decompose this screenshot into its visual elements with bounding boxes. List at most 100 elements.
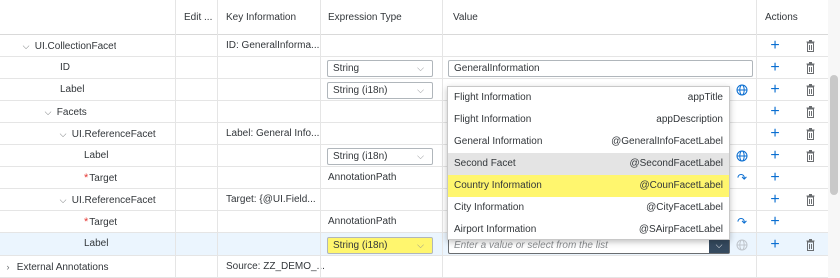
trash-icon[interactable]	[806, 106, 815, 118]
table-row[interactable]: › External Annotations Source: ZZ_DEMO_.…	[0, 256, 828, 278]
required-mark: *	[84, 216, 89, 228]
term-name: ID	[60, 62, 70, 73]
trash-icon[interactable]	[806, 239, 815, 251]
plus-icon[interactable]: +	[768, 57, 782, 79]
header-edit[interactable]: Edit ...	[184, 12, 212, 23]
term-name: Target	[89, 173, 118, 184]
header-expression-type[interactable]: Expression Type	[328, 12, 402, 23]
column-divider	[756, 0, 757, 278]
term-name: Target	[89, 217, 118, 228]
globe-icon[interactable]	[736, 84, 748, 96]
value-input[interactable]: GeneralInformation	[448, 60, 753, 77]
goto-arrow-icon[interactable]: ↷	[737, 211, 747, 233]
trash-icon[interactable]	[806, 194, 815, 206]
term-name: UI.ReferenceFacet	[71, 129, 156, 140]
option-key: appDescription	[656, 114, 723, 125]
trash-icon[interactable]	[806, 62, 815, 74]
option-label: City Information	[454, 202, 525, 213]
plus-icon[interactable]: +	[768, 211, 782, 233]
dropdown-option[interactable]: General Information @GeneralInfoFacetLab…	[448, 131, 729, 153]
option-key: @CounFacetLabel	[639, 180, 723, 191]
term-name: Facets	[56, 107, 87, 118]
required-mark: *	[84, 172, 89, 184]
expression-type-select[interactable]: String (i18n) ⌵	[327, 237, 433, 254]
vertical-scrollbar[interactable]	[828, 0, 840, 278]
dropdown-option[interactable]: Second Facet @SecondFacetLabel	[448, 153, 729, 175]
trash-icon[interactable]	[806, 150, 815, 162]
key-information: ID: GeneralInforma...	[226, 40, 320, 51]
column-divider	[320, 0, 321, 278]
expression-type: AnnotationPath	[328, 172, 397, 183]
dropdown-option[interactable]: Flight Information appTitle	[448, 87, 729, 109]
chevron-down-icon: ⌵	[417, 151, 424, 161]
dropdown-option[interactable]: Country Information @CounFacetLabel	[448, 175, 729, 197]
input-value: GeneralInformation	[454, 63, 540, 74]
annotation-table: Edit ... Key Information Expression Type…	[0, 0, 828, 278]
value-dropdown-list: Flight Information appTitle Flight Infor…	[447, 86, 730, 240]
chevron-down-icon[interactable]: ⌵	[42, 101, 54, 123]
expression-type-select[interactable]: String (i18n) ⌵	[327, 82, 433, 99]
plus-icon[interactable]: +	[768, 35, 782, 57]
plus-icon[interactable]: +	[768, 167, 782, 189]
dropdown-option[interactable]: Flight Information appDescription	[448, 109, 729, 131]
dropdown-option[interactable]: Airport Information @SAirpFacetLabel	[448, 219, 729, 241]
option-key: @SecondFacetLabel	[629, 158, 723, 169]
select-value: String (i18n)	[333, 240, 388, 251]
chevron-down-icon[interactable]: ⌵	[57, 189, 69, 211]
column-divider	[175, 0, 176, 278]
expression-type-select[interactable]: String (i18n) ⌵	[327, 148, 433, 165]
plus-icon[interactable]: +	[768, 79, 782, 101]
column-divider	[217, 0, 218, 278]
option-label: Flight Information	[454, 114, 532, 125]
key-information: Source: ZZ_DEMO_...	[226, 261, 325, 272]
option-label: General Information	[454, 136, 543, 147]
chevron-down-icon[interactable]: ⌵	[57, 123, 69, 145]
option-label: Flight Information	[454, 92, 532, 103]
option-label: Country Information	[454, 180, 542, 191]
scrollbar-thumb[interactable]	[830, 75, 838, 195]
term-name: External Annotations	[16, 262, 109, 273]
globe-icon[interactable]	[736, 150, 748, 162]
option-key: appTitle	[687, 92, 723, 103]
expression-type-select[interactable]: String ⌵	[327, 60, 433, 77]
plus-icon[interactable]: +	[768, 234, 782, 256]
plus-icon[interactable]: +	[768, 189, 782, 211]
select-value: String (i18n)	[333, 151, 388, 162]
plus-icon[interactable]: +	[768, 101, 782, 123]
plus-icon[interactable]: +	[768, 145, 782, 167]
table-row[interactable]: ⌵ UI.CollectionFacet ID: GeneralInforma.…	[0, 35, 828, 57]
option-key: @SAirpFacetLabel	[638, 224, 723, 235]
header-actions: Actions	[765, 12, 798, 23]
chevron-down-icon[interactable]: ⌵	[20, 35, 32, 57]
goto-arrow-icon[interactable]: ↷	[737, 167, 747, 189]
option-label: Second Facet	[454, 158, 516, 169]
term-name: Label	[60, 84, 85, 95]
chevron-right-icon[interactable]: ›	[2, 256, 14, 278]
key-information: Target: {@UI.Field...	[226, 194, 316, 205]
term-name: UI.CollectionFacet	[34, 41, 117, 52]
header-key-information[interactable]: Key Information	[226, 12, 296, 23]
table-row[interactable]: ID String ⌵ GeneralInformation +	[0, 57, 828, 79]
plus-icon[interactable]: +	[768, 123, 782, 145]
chevron-down-icon: ⌵	[417, 63, 424, 73]
term-name: Label	[84, 150, 109, 161]
option-key: @GeneralInfoFacetLabel	[611, 136, 723, 147]
input-placeholder: Enter a value or select from the list	[454, 240, 608, 251]
option-label: Airport Information	[454, 224, 537, 235]
header-value[interactable]: Value	[453, 12, 478, 23]
term-name: UI.ReferenceFacet	[71, 195, 156, 206]
dropdown-option[interactable]: City Information @CityFacetLabel	[448, 197, 729, 219]
term-name: Label	[84, 238, 109, 249]
trash-icon[interactable]	[806, 128, 815, 140]
column-divider	[442, 0, 443, 278]
expression-type: AnnotationPath	[328, 216, 397, 227]
chevron-down-icon: ⌵	[417, 240, 424, 250]
globe-icon	[736, 239, 748, 251]
select-value: String (i18n)	[333, 85, 388, 96]
trash-icon[interactable]	[806, 84, 815, 96]
table-header: Edit ... Key Information Expression Type…	[0, 0, 828, 35]
key-information: Label: General Info...	[226, 128, 320, 139]
option-key: @CityFacetLabel	[646, 202, 723, 213]
trash-icon[interactable]	[806, 40, 815, 52]
chevron-down-icon: ⌵	[417, 85, 424, 95]
